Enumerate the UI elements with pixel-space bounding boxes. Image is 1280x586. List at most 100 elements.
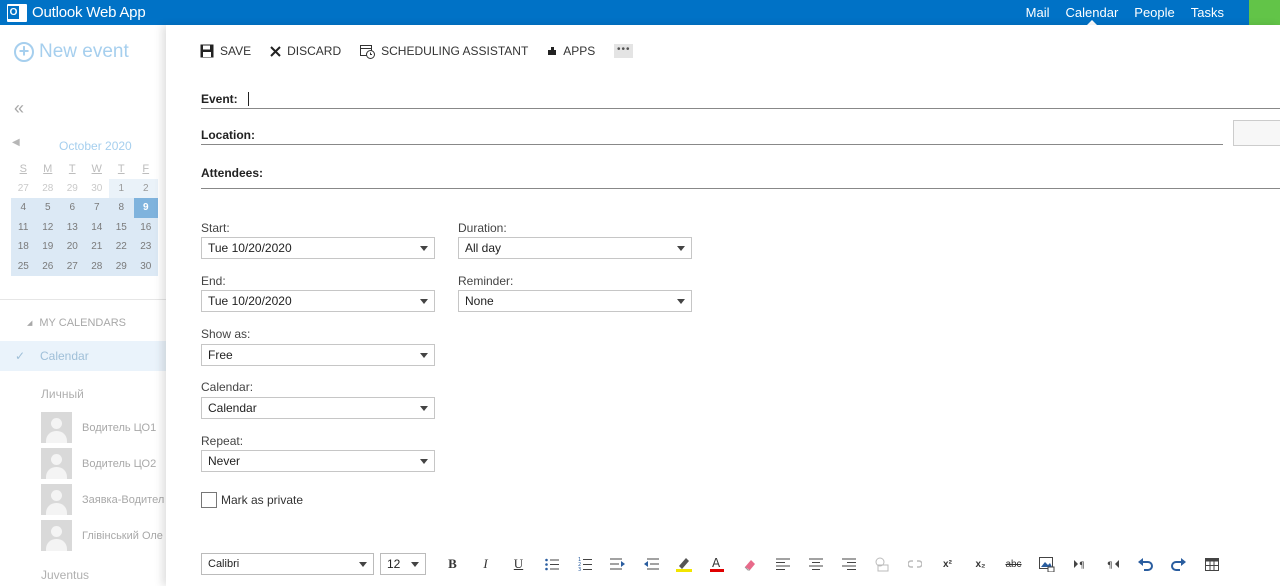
calendar-day[interactable]: 26 (35, 256, 60, 276)
align-center-icon[interactable] (799, 553, 832, 575)
font-color-icon[interactable]: A (700, 553, 733, 575)
new-event-button[interactable]: + New event (14, 41, 129, 63)
subscript-button[interactable]: x₂ (964, 553, 997, 575)
location-field[interactable]: Location: (201, 128, 255, 148)
bold-button[interactable]: B (436, 553, 469, 575)
user-status-block[interactable] (1249, 0, 1280, 25)
end-date-dropdown[interactable]: Tue 10/20/2020 (201, 290, 435, 312)
calendar-day[interactable]: 14 (84, 217, 109, 237)
calendar-day[interactable]: 2 (133, 178, 158, 198)
calendar-day[interactable]: 25 (11, 256, 36, 276)
calendar-day-today[interactable]: 9 (133, 198, 158, 218)
numbered-list-icon[interactable]: 123 (568, 553, 601, 575)
calendar-item-selected[interactable]: ✓ Calendar (0, 341, 166, 371)
nav-calendar[interactable]: Calendar (1058, 0, 1127, 25)
redo-icon[interactable] (1162, 553, 1195, 575)
calendar-day[interactable]: 19 (35, 237, 60, 257)
mini-calendar-month[interactable]: October 2020 (59, 139, 132, 153)
more-options-button[interactable]: ••• (614, 44, 634, 58)
duration-value: All day (465, 241, 502, 255)
font-size-dropdown[interactable]: 12 (380, 553, 426, 575)
calendar-day[interactable]: 7 (84, 198, 109, 218)
calendar-day[interactable]: 4 (11, 198, 36, 218)
calendar-day[interactable]: 20 (60, 237, 85, 257)
calendar-day[interactable]: 27 (11, 179, 36, 199)
italic-button[interactable]: I (469, 553, 502, 575)
calendar-dropdown[interactable]: Calendar (201, 397, 435, 419)
mark-private-checkbox[interactable] (201, 492, 217, 508)
calendar-day[interactable]: 18 (11, 237, 36, 257)
undo-icon[interactable] (1129, 553, 1162, 575)
align-left-icon[interactable] (766, 553, 799, 575)
event-title-field[interactable]: Event: (201, 92, 249, 112)
calendar-day[interactable]: 13 (60, 217, 85, 237)
start-date-dropdown[interactable]: Tue 10/20/2020 (201, 237, 435, 259)
calendar-group-label[interactable]: Личный (41, 387, 84, 401)
collapse-pane-button[interactable]: « (14, 98, 24, 119)
room-finder-button[interactable] (1233, 120, 1280, 146)
highlight-icon[interactable] (667, 553, 700, 575)
repeat-dropdown[interactable]: Never (201, 450, 435, 472)
indent-icon[interactable] (601, 553, 634, 575)
close-icon (270, 45, 281, 57)
shared-calendar-item[interactable]: Водитель ЦО2 (41, 448, 156, 479)
apps-button[interactable]: APPS (547, 44, 595, 58)
calendar-day[interactable]: 21 (84, 237, 109, 257)
expand-triangle-icon: ◢ (27, 320, 33, 327)
calendar-day[interactable]: 28 (84, 256, 109, 276)
reminder-label: Reminder: (458, 274, 514, 288)
calendar-day[interactable]: 6 (60, 198, 85, 218)
shared-calendar-item[interactable]: Глівінський Оле (41, 520, 163, 551)
calendar-day[interactable]: 11 (11, 217, 36, 237)
calendar-day[interactable]: 30 (133, 256, 158, 276)
show-as-dropdown[interactable]: Free (201, 344, 435, 366)
nav-tasks[interactable]: Tasks (1183, 0, 1232, 25)
calendar-day[interactable]: 12 (35, 217, 60, 237)
insert-picture-icon[interactable] (1030, 553, 1063, 575)
shared-calendar-item[interactable]: Водитель ЦО1 (41, 412, 156, 443)
save-button[interactable]: SAVE (200, 44, 251, 58)
nav-people[interactable]: People (1126, 0, 1182, 25)
calendar-day[interactable]: 8 (109, 198, 134, 218)
underline-button[interactable]: U (502, 553, 535, 575)
app-logo[interactable]: O Outlook Web App (7, 2, 146, 23)
bullet-list-icon[interactable] (535, 553, 568, 575)
insert-link-icon[interactable] (865, 553, 898, 575)
calendar-day[interactable]: 22 (109, 237, 134, 257)
calendar-day[interactable]: 28 (36, 179, 61, 199)
shared-calendar-name: Водитель ЦО1 (82, 421, 157, 434)
calendar-day[interactable]: 1 (109, 178, 134, 198)
superscript-button[interactable]: x² (931, 553, 964, 575)
insert-table-icon[interactable] (1195, 553, 1228, 575)
weekday-label: M (43, 162, 53, 175)
rtl-paragraph-icon[interactable]: ¶ (1096, 553, 1129, 575)
avatar-placeholder-icon (41, 412, 72, 443)
event-form-panel: SAVE DISCARD SCHEDULING ASSISTANT APPS •… (166, 25, 1280, 586)
calendar-day[interactable]: 16 (133, 217, 158, 237)
my-calendars-header[interactable]: ◢ MY CALENDARS (27, 317, 126, 329)
discard-button[interactable]: DISCARD (270, 44, 341, 58)
shared-calendar-item[interactable]: Заявка-Водител (41, 484, 164, 515)
strikethrough-button[interactable]: abc (997, 553, 1030, 575)
duration-dropdown[interactable]: All day (458, 237, 692, 259)
remove-link-icon[interactable] (898, 553, 931, 575)
calendar-day[interactable]: 23 (133, 237, 158, 257)
mark-private-row[interactable]: Mark as private (201, 492, 303, 508)
calendar-day[interactable]: 29 (60, 179, 85, 199)
calendar-day[interactable]: 5 (35, 198, 60, 218)
reminder-dropdown[interactable]: None (458, 290, 692, 312)
attendees-field[interactable]: Attendees: (201, 166, 263, 186)
align-right-icon[interactable] (832, 553, 865, 575)
ltr-paragraph-icon[interactable]: ¶ (1063, 553, 1096, 575)
calendar-group-label[interactable]: Juventus (41, 568, 89, 582)
previous-month-icon[interactable]: ◀ (12, 137, 20, 148)
outdent-icon[interactable] (634, 553, 667, 575)
calendar-day[interactable]: 29 (109, 256, 134, 276)
calendar-day[interactable]: 15 (109, 217, 134, 237)
clear-formatting-icon[interactable] (733, 553, 766, 575)
calendar-day[interactable]: 30 (85, 179, 110, 199)
font-family-dropdown[interactable]: Calibri (201, 553, 374, 575)
calendar-day[interactable]: 27 (60, 256, 85, 276)
nav-mail[interactable]: Mail (1018, 0, 1058, 25)
scheduling-assistant-button[interactable]: SCHEDULING ASSISTANT (360, 44, 528, 59)
